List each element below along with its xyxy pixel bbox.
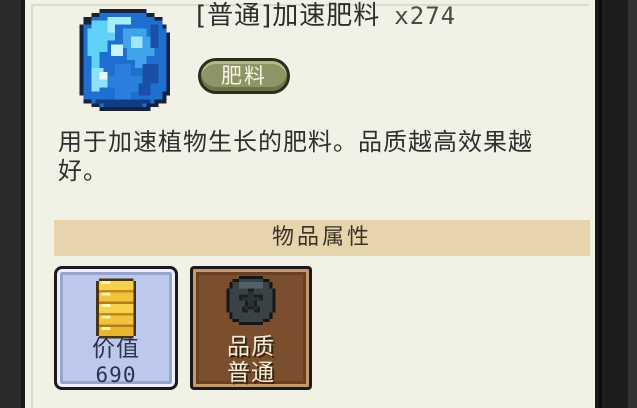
quality-card-value: 普通 [227, 360, 275, 386]
gold-coin-stack-icon [95, 278, 137, 339]
quality-card-label: 品质 [227, 334, 275, 360]
value-card-label: 价值 [92, 336, 140, 362]
item-name: [普通]加速肥料 [196, 1, 381, 31]
grey-star-medal-icon [226, 276, 276, 325]
category-tag: 肥料 [198, 58, 290, 94]
item-detail-screen: [普通]加速肥料 x274 肥料 用于加速植物生长的肥料。品质越高效果越好。 物品… [0, 0, 637, 408]
attributes-section-header: 物品属性 [54, 220, 590, 256]
value-attribute-card[interactable]: 价值 690 [54, 266, 178, 390]
quality-attribute-card[interactable]: 品质 普通 [190, 266, 312, 390]
window-side-frame [599, 0, 637, 408]
item-title: [普通]加速肥料 x274 [196, 0, 456, 36]
item-quantity: x274 [394, 2, 457, 30]
blue-crystal-fertilizer-icon [79, 8, 171, 112]
item-description: 用于加速植物生长的肥料。品质越高效果越好。 [58, 128, 533, 185]
value-card-number: 690 [95, 363, 137, 387]
